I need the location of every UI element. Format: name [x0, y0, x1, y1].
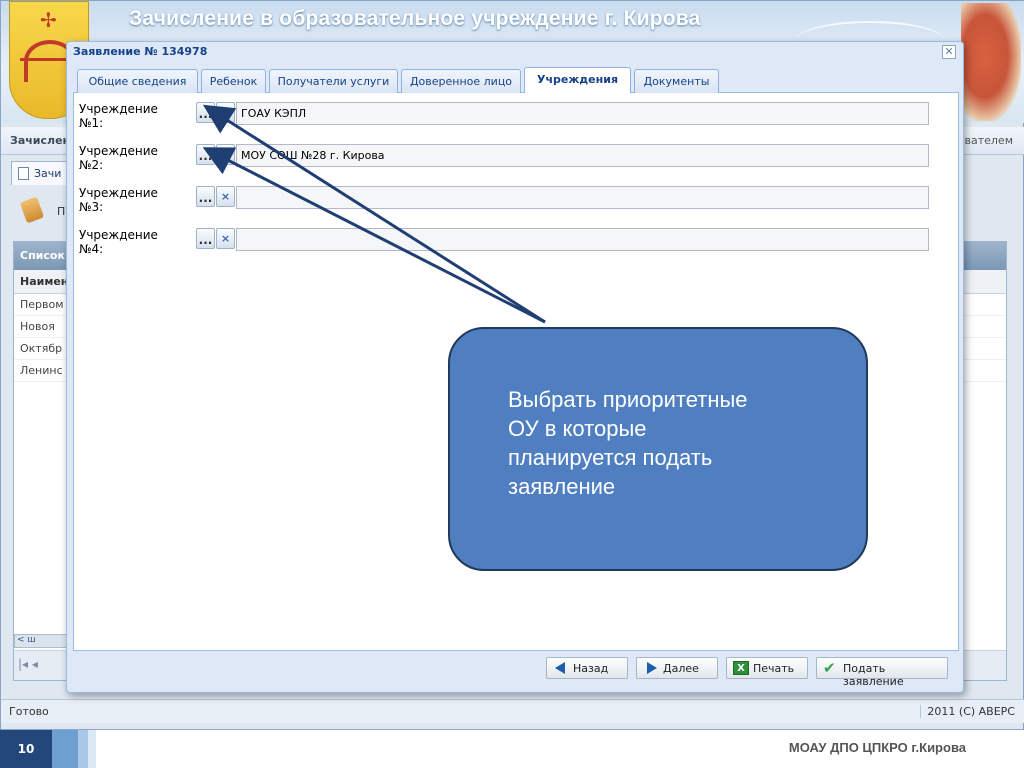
tab-institutions[interactable]: Учреждения — [524, 67, 631, 94]
institution-label-1: Учреждение №1: — [79, 102, 158, 130]
footer-stripe — [78, 730, 88, 768]
print-button-label: Печать — [753, 662, 795, 675]
institution-label-4: Учреждение №4: — [79, 228, 158, 256]
institution-row-3: Учреждение №3: ... × — [74, 186, 960, 226]
footer-stripe — [52, 730, 78, 768]
new-application-label: П — [57, 205, 66, 218]
select-institution-button-1[interactable]: ... — [196, 102, 215, 123]
slide-footer: 10 МОАУ ДПО ЦПКРО г.Кирова — [0, 730, 1024, 768]
dialog-tabs: Общие сведения Ребенок Получатели услуги… — [73, 67, 959, 94]
prev-page-icon[interactable]: ◂ — [32, 657, 38, 671]
arrow-right-icon — [643, 661, 659, 675]
close-icon[interactable]: ✕ — [942, 45, 956, 59]
excel-print-icon: X — [733, 661, 749, 675]
hand-pointer-icon — [19, 196, 45, 224]
select-institution-button-4[interactable]: ... — [196, 228, 215, 249]
institution-field-2[interactable]: МОУ СОШ №28 г. Кирова — [236, 144, 929, 167]
copyright-text: 2011 (C) АВЕРС — [920, 705, 1015, 718]
clear-icon[interactable]: × — [216, 144, 235, 165]
next-button[interactable]: Далее — [636, 657, 718, 679]
institution-row-4: Учреждение №4: ... × — [74, 228, 960, 268]
submit-button-label: Подать заявление — [843, 662, 904, 688]
back-button[interactable]: Назад — [546, 657, 628, 679]
dialog-title: Заявление № 134978 — [73, 45, 208, 58]
next-button-label: Далее — [663, 662, 699, 675]
clear-icon[interactable]: × — [216, 186, 235, 207]
slide-number: 10 — [0, 730, 52, 768]
horizontal-scrollbar[interactable]: < ш — [14, 634, 74, 648]
tab-enrollment-label: Зачи — [34, 167, 62, 180]
footer-stripe — [88, 730, 96, 768]
tab-documents[interactable]: Документы — [634, 69, 719, 93]
back-button-label: Назад — [573, 662, 609, 675]
new-application-button[interactable]: П — [19, 196, 65, 225]
banner-title: Зачисление в образовательное учреждение … — [129, 7, 701, 30]
tab-recipients[interactable]: Получатели услуги — [269, 69, 398, 93]
arrow-left-icon — [553, 661, 569, 675]
institution-row-2: Учреждение №2: ... × МОУ СОШ №28 г. Киро… — [74, 144, 960, 184]
institution-row-1: Учреждение №1: ... × ГОАУ КЭПЛ — [74, 102, 960, 142]
select-institution-button-3[interactable]: ... — [196, 186, 215, 207]
dialog-button-bar: Назад Далее X Печать ✔ Подать заявление — [73, 654, 959, 688]
callout-text: Выбрать приоритетные ОУ в которые планир… — [508, 387, 748, 499]
first-page-icon[interactable]: |◂ — [18, 657, 28, 671]
institution-label-2: Учреждение №2: — [79, 144, 158, 172]
institution-field-3[interactable] — [236, 186, 929, 209]
tab-trusted-person[interactable]: Доверенное лицо — [401, 69, 521, 93]
tab-general[interactable]: Общие сведения — [77, 69, 198, 93]
clear-icon[interactable]: × — [216, 228, 235, 249]
clear-icon[interactable]: × — [216, 102, 235, 123]
institution-label-3: Учреждение №3: — [79, 186, 158, 214]
organization-name: МОАУ ДПО ЦПКРО г.Кирова — [788, 740, 966, 755]
sub-header-title: Зачислен — [10, 134, 71, 147]
tab-enrollment[interactable]: Зачи — [11, 161, 71, 185]
print-button[interactable]: X Печать — [726, 657, 808, 679]
checkmark-icon: ✔ — [823, 659, 836, 677]
document-icon — [18, 167, 29, 180]
instruction-callout: Выбрать приоритетные ОУ в которые планир… — [448, 327, 868, 571]
institution-field-1[interactable]: ГОАУ КЭПЛ — [236, 102, 929, 125]
submit-application-button[interactable]: ✔ Подать заявление — [816, 657, 948, 688]
status-text: Готово — [9, 705, 49, 718]
user-label[interactable]: вателем — [965, 134, 1014, 147]
institution-field-4[interactable] — [236, 228, 929, 251]
tab-child[interactable]: Ребенок — [201, 69, 266, 93]
region-map-icon — [961, 3, 1021, 121]
status-bar: Готово 2011 (C) АВЕРС — [1, 699, 1024, 723]
select-institution-button-2[interactable]: ... — [196, 144, 215, 165]
